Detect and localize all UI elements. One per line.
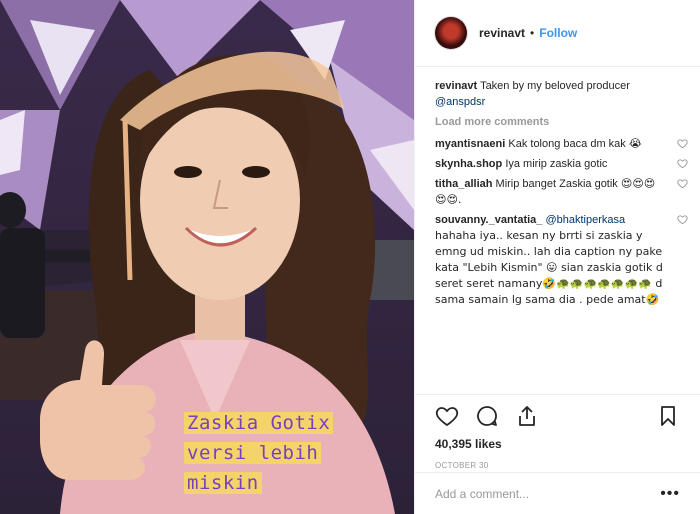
comment-text: hahaha iya.. kesan ny brrti si zaskia y … (435, 229, 663, 306)
caption-text: Taken by my beloved producer (480, 80, 630, 92)
comment-item: skynha.shop Iya mirip zaskia gotic (435, 156, 688, 172)
share-icon[interactable] (515, 404, 539, 428)
overlay-line-3: miskin (184, 472, 262, 494)
comment-item: titha_alliah Mirip banget Zaskia gotik 😍… (435, 176, 688, 208)
load-more-comments-button[interactable]: Load more comments (435, 116, 688, 128)
instagram-post: Zaskia Gotix versi lebih miskin revinavt… (0, 0, 700, 514)
overlay-line-1: Zaskia Gotix (184, 412, 334, 434)
comment-username[interactable]: myantisnaeni (435, 138, 505, 150)
photo-text-overlay: Zaskia Gotix versi lebih miskin (184, 408, 370, 498)
comment-username[interactable]: souvanny._vantatia_ (435, 214, 542, 226)
comment-text: Iya mirip zaskia gotic (505, 158, 608, 170)
heart-icon[interactable] (435, 404, 459, 428)
comment-like-heart-icon[interactable] (677, 178, 688, 189)
add-comment-input[interactable]: Add a comment... (435, 487, 529, 501)
header-username[interactable]: revinavt (479, 26, 525, 40)
post-photo[interactable]: Zaskia Gotix versi lebih miskin (0, 0, 414, 514)
post-actions: 40,395 likes OCTOBER 30 (415, 394, 700, 470)
add-comment-bar: Add a comment... ••• (415, 472, 700, 514)
comment-text: Mirip banget Zaskia gotik (495, 178, 618, 190)
likes-count[interactable]: 40,395 likes (435, 437, 680, 451)
comment-like-heart-icon[interactable] (677, 158, 688, 169)
comment-text: Kak tolong baca dm kak (508, 138, 626, 150)
comment-username[interactable]: skynha.shop (435, 158, 502, 170)
comment-like-heart-icon[interactable] (677, 214, 688, 225)
comment-username[interactable]: titha_alliah (435, 178, 492, 190)
comment-like-heart-icon[interactable] (677, 138, 688, 149)
caption-comment: revinavt Taken by my beloved producer @a… (435, 78, 688, 110)
comment-mention[interactable]: @bhaktiperkasa (545, 214, 625, 226)
comments-list: revinavt Taken by my beloved producer @a… (415, 68, 700, 394)
caption-username[interactable]: revinavt (435, 80, 477, 92)
post-date[interactable]: OCTOBER 30 (435, 461, 680, 470)
post-header: revinavt • Follow (415, 0, 700, 67)
more-options-icon[interactable]: ••• (660, 485, 680, 502)
comment-emoji: 😭 (628, 137, 642, 150)
header-separator: • (530, 26, 535, 40)
comment-icon[interactable] (475, 404, 499, 428)
post-side-panel: revinavt • Follow revinavt Taken by my b… (414, 0, 700, 514)
overlay-line-2: versi lebih (184, 442, 322, 464)
comment-item: myantisnaeni Kak tolong baca dm kak 😭 (435, 136, 688, 152)
avatar[interactable] (435, 17, 467, 49)
action-icons (435, 401, 680, 431)
caption-mention[interactable]: @anspdsr (435, 96, 485, 108)
follow-button[interactable]: Follow (539, 26, 577, 40)
bookmark-icon[interactable] (656, 404, 680, 428)
comment-item: souvanny._vantatia_ @bhaktiperkasa hahah… (435, 212, 688, 308)
